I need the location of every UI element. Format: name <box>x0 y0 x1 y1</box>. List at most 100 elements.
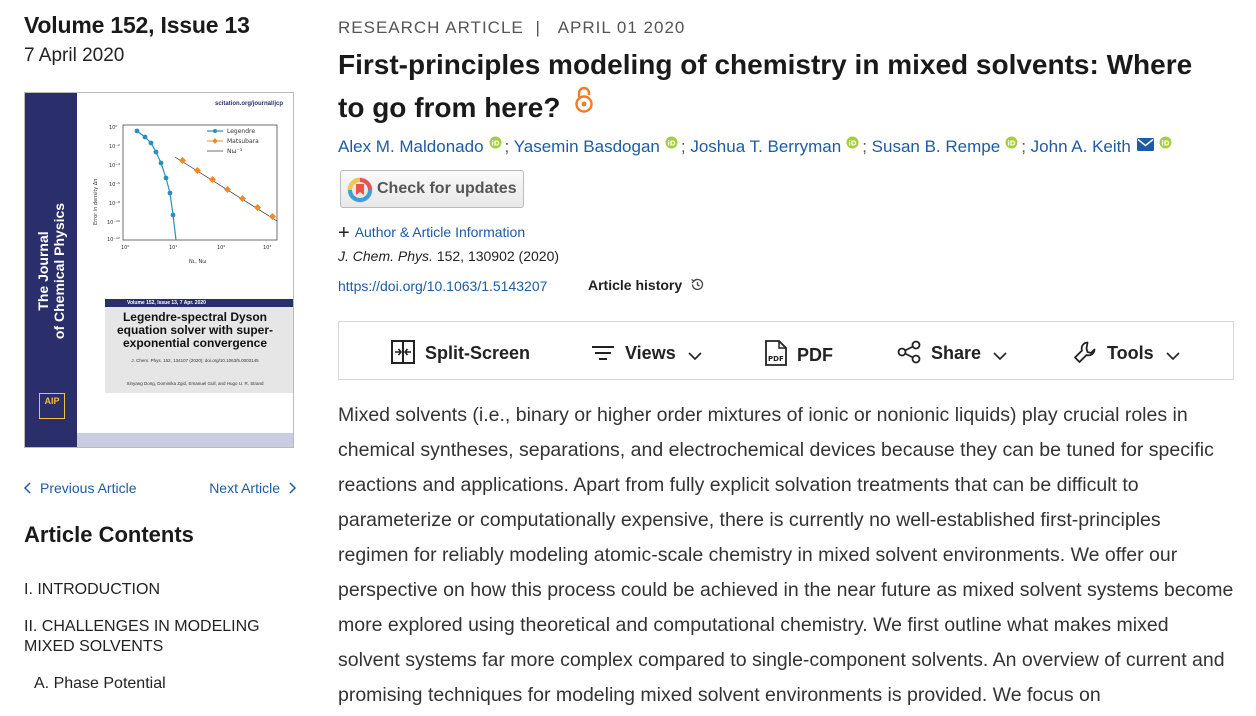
pdf-button[interactable]: PDF PDF <box>765 340 833 366</box>
svg-text:Nω⁻³: Nω⁻³ <box>227 148 243 155</box>
author-list: Alex M. Maldonado iD; Yasemin Basdogan iD;… <box>338 136 1175 157</box>
author-link[interactable]: John A. Keith <box>1031 137 1131 156</box>
email-icon[interactable] <box>1136 138 1154 151</box>
chevron-down-icon <box>993 352 1007 361</box>
cover-xtick: 10¹ <box>169 245 177 251</box>
issue-sidebar: Volume 152, Issue 13 7 April 2020 The Jo… <box>23 0 297 692</box>
article-title-text: First-principles modeling of chemistry i… <box>338 49 1193 123</box>
check-for-updates-label: Check for updates <box>377 180 517 197</box>
cover-issue-band: Volume 152, Issue 13, 7 Apr. 2020 <box>105 299 293 307</box>
split-screen-label: Split-Screen <box>425 343 531 363</box>
table-of-contents: I. INTRODUCTION II. CHALLENGES IN MODELI… <box>24 580 296 711</box>
toc-item-phase-potential[interactable]: A. Phase Potential <box>24 674 296 694</box>
author-separator: ; <box>862 137 867 156</box>
chevron-down-icon <box>688 352 702 361</box>
orcid-icon[interactable]: iD <box>489 136 502 149</box>
views-label: Views <box>625 343 676 363</box>
toc-item-challenges[interactable]: II. CHALLENGES IN MODELING MIXED SOLVENT… <box>24 617 296 657</box>
pdf-file-icon: PDF <box>765 340 787 366</box>
author-article-info-label: Author & Article Information <box>354 224 526 240</box>
article-contents-title: Article Contents <box>24 522 194 547</box>
article-title: First-principles modeling of chemistry i… <box>338 44 1218 128</box>
cover-bottom-band <box>77 433 293 447</box>
cover-authors: Xinyang Dong, Dominika Zgid, Emanuel Gul… <box>126 381 264 386</box>
issue-date: 7 April 2020 <box>24 45 125 66</box>
chevron-right-icon <box>289 482 297 494</box>
meta-separator: | <box>535 18 541 37</box>
author-link[interactable]: Yasemin Basdogan <box>514 137 660 156</box>
author-separator: ; <box>680 137 686 156</box>
svg-text:iD: iD <box>667 139 675 147</box>
share-dropdown[interactable]: Share <box>897 340 1007 364</box>
cover-ylabel: Error in density Δn <box>93 179 99 225</box>
cover-ytick: 10⁻¹⁰ <box>107 220 120 226</box>
cover-xlabel: Nʟ, Nω <box>189 259 206 265</box>
cover-ytick: 10⁰ <box>109 125 117 131</box>
cover-journal-name: The Journal of Chemical Physics <box>35 203 67 339</box>
orcid-icon[interactable]: iD <box>1005 136 1018 149</box>
cover-figure: 10⁰ 10⁻² 10⁻⁴ 10⁻⁶ 10⁻⁸ 10⁻¹⁰ 10⁻¹² 10⁰ … <box>93 124 278 265</box>
author-separator: ; <box>1021 137 1026 156</box>
article-date: APRIL 01 2020 <box>557 18 686 37</box>
cover-xtick: 10³ <box>263 245 271 251</box>
author-separator: ; <box>504 137 510 156</box>
tools-label: Tools <box>1107 343 1154 363</box>
article-toolbar: Split-Screen Views PDF PDF Share Tools <box>338 321 1234 380</box>
cover-ytick: 10⁻⁸ <box>109 201 120 207</box>
volume-issue-title[interactable]: Volume 152, Issue 13 <box>24 12 296 39</box>
article-abstract: Mixed solvents (i.e., binary or higher o… <box>338 404 1234 706</box>
cover-url: scitation.org/journal/jcp <box>214 101 283 107</box>
cover-ytick: 10⁻¹² <box>107 237 120 243</box>
article-history-button[interactable]: Article history <box>588 277 705 293</box>
article-history-label: Article history <box>588 277 683 293</box>
svg-text:PDF: PDF <box>768 355 784 363</box>
pdf-label: PDF <box>797 345 833 365</box>
previous-article-label: Previous Article <box>40 480 137 496</box>
doi-link[interactable]: https://doi.org/10.1063/1.5143207 <box>338 278 547 294</box>
aip-publishing-logo: AIP <box>39 393 65 419</box>
svg-text:iD: iD <box>1008 139 1016 147</box>
views-filter-icon <box>592 346 614 360</box>
svg-text:iD: iD <box>491 139 499 147</box>
orcid-icon[interactable]: iD <box>665 136 678 149</box>
plus-icon: + <box>338 222 350 244</box>
author-link[interactable]: Alex M. Maldonado <box>338 137 484 156</box>
tools-dropdown[interactable]: Tools <box>1073 340 1180 364</box>
orcid-icon[interactable]: iD <box>1159 136 1172 149</box>
share-icon <box>897 340 921 364</box>
chevron-down-icon <box>1166 352 1180 361</box>
legendre-points <box>134 128 176 218</box>
crossmark-icon <box>347 177 373 203</box>
cover-journal-line2: of Chemical Physics <box>51 202 67 340</box>
svg-text:iD: iD <box>1161 139 1169 147</box>
wrench-icon <box>1074 341 1096 363</box>
journal-name: J. Chem. Phys. <box>338 248 433 264</box>
author-link[interactable]: Joshua T. Berryman <box>690 137 841 156</box>
article-type: RESEARCH ARTICLE <box>338 18 524 37</box>
author-link[interactable]: Susan B. Rempe <box>872 137 1001 156</box>
citation-details: 152, 130902 (2020) <box>436 248 560 264</box>
issue-cover-image[interactable]: The Journal of Chemical Physics AIP scit… <box>24 92 294 448</box>
chevron-left-icon <box>23 482 31 494</box>
previous-article-link[interactable]: Previous Article <box>23 480 137 496</box>
svg-text:iD: iD <box>849 139 857 147</box>
article-meta: RESEARCH ARTICLE | APRIL 01 2020 <box>338 18 685 38</box>
cover-ytick: 10⁻⁶ <box>109 182 120 188</box>
share-label: Share <box>931 343 982 363</box>
check-for-updates-button[interactable]: Check for updates <box>340 170 524 208</box>
orcid-icon[interactable]: iD <box>846 136 859 149</box>
next-article-link[interactable]: Next Article <box>209 480 297 496</box>
cover-legend: Legendre Matsubara Nω⁻³ <box>207 128 259 155</box>
cover-headline: Legendre-spectral Dyson equation solver … <box>116 310 274 350</box>
history-clock-icon <box>691 278 704 291</box>
author-article-info-toggle[interactable]: + Author & Article Information <box>338 222 525 245</box>
views-dropdown[interactable]: Views <box>591 340 702 364</box>
svg-text:Matsubara: Matsubara <box>227 138 259 145</box>
cover-ytick: 10⁻² <box>109 144 120 150</box>
cover-journal-line1: The Journal <box>35 231 51 311</box>
toc-item-introduction[interactable]: I. INTRODUCTION <box>24 580 296 600</box>
split-screen-icon <box>391 340 415 364</box>
cover-ytick: 10⁻⁴ <box>109 163 120 169</box>
matsubara-points <box>178 156 277 221</box>
split-screen-button[interactable]: Split-Screen <box>391 340 530 364</box>
